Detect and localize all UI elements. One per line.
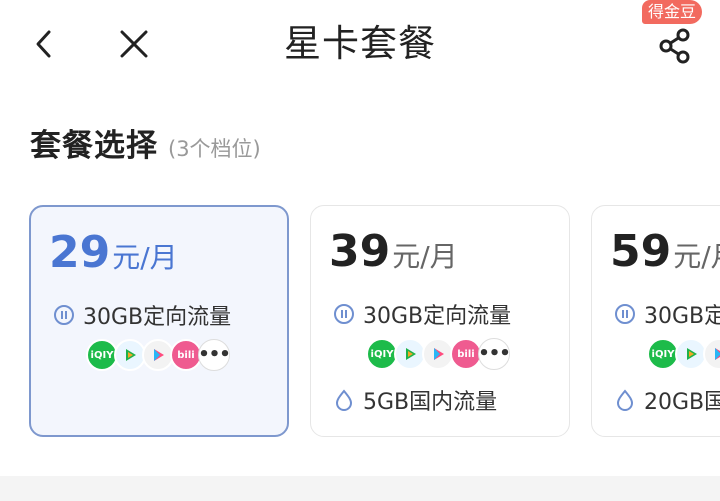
data-drop-icon xyxy=(335,389,353,411)
plan-unit: 元/月 xyxy=(112,241,178,274)
reward-badge[interactable]: 得金豆 xyxy=(642,0,703,24)
share-icon xyxy=(659,28,690,64)
price-row: 29 元/月 xyxy=(49,227,178,279)
feature-directed-data: 30GB定向流量 xyxy=(614,298,720,330)
page-title: 星卡套餐 xyxy=(284,22,436,65)
price-row: 59 元/月 xyxy=(610,226,720,278)
plan-card-59[interactable]: 59 元/月 30GB定向流量 iQIY bili ••• xyxy=(591,205,720,437)
plan-unit: 元/月 xyxy=(392,240,458,273)
plan-list: 29 元/月 30GB定向流量 iQIY bili ••• 39 元/月 30G… xyxy=(0,205,720,438)
feature-domestic-data: 20GB国 xyxy=(614,384,720,416)
plan-price: 29 xyxy=(49,227,111,278)
data-flow-icon xyxy=(334,304,354,324)
more-apps-icon: ••• xyxy=(198,339,231,371)
feature-directed-data: 30GB定向流量 xyxy=(53,299,231,331)
plan-card-29[interactable]: 29 元/月 30GB定向流量 iQIY bili ••• xyxy=(29,205,289,437)
data-flow-icon xyxy=(54,305,74,325)
plan-price: 39 xyxy=(329,226,391,277)
data-drop-icon xyxy=(616,389,634,411)
plan-section-heading: 套餐选择 (3个档位) xyxy=(30,120,261,165)
more-apps-icon: ••• xyxy=(478,338,511,370)
section-title: 套餐选择 xyxy=(30,128,158,164)
youku-icon xyxy=(703,338,720,370)
header: 星卡套餐 得金豆 xyxy=(0,0,720,92)
data-flow-icon xyxy=(615,304,635,324)
plan-price: 59 xyxy=(610,226,672,277)
app-icons-row: iQIY bili ••• xyxy=(366,338,511,370)
feature-text: 5GB国内流量 xyxy=(363,390,498,415)
share-button[interactable] xyxy=(650,22,700,70)
app-icons-row: iQIY bili ••• xyxy=(647,338,720,370)
app-icons-row: iQIY bili ••• xyxy=(86,339,231,371)
bottom-divider xyxy=(0,476,720,501)
feature-text: 30GB定向流量 xyxy=(83,305,232,330)
feature-domestic-data: 5GB国内流量 xyxy=(333,384,497,416)
feature-directed-data: 30GB定向流量 xyxy=(333,298,511,330)
plan-card-39[interactable]: 39 元/月 30GB定向流量 iQIY bili ••• 5GB国内流量 xyxy=(310,205,570,437)
section-subtitle: (3个档位) xyxy=(168,137,261,161)
feature-text: 30GB定向流量 xyxy=(363,304,512,329)
price-row: 39 元/月 xyxy=(329,226,458,278)
feature-text: 20GB国 xyxy=(644,390,720,415)
plan-unit: 元/月 xyxy=(673,240,720,273)
feature-text: 30GB定向流量 xyxy=(644,304,720,329)
